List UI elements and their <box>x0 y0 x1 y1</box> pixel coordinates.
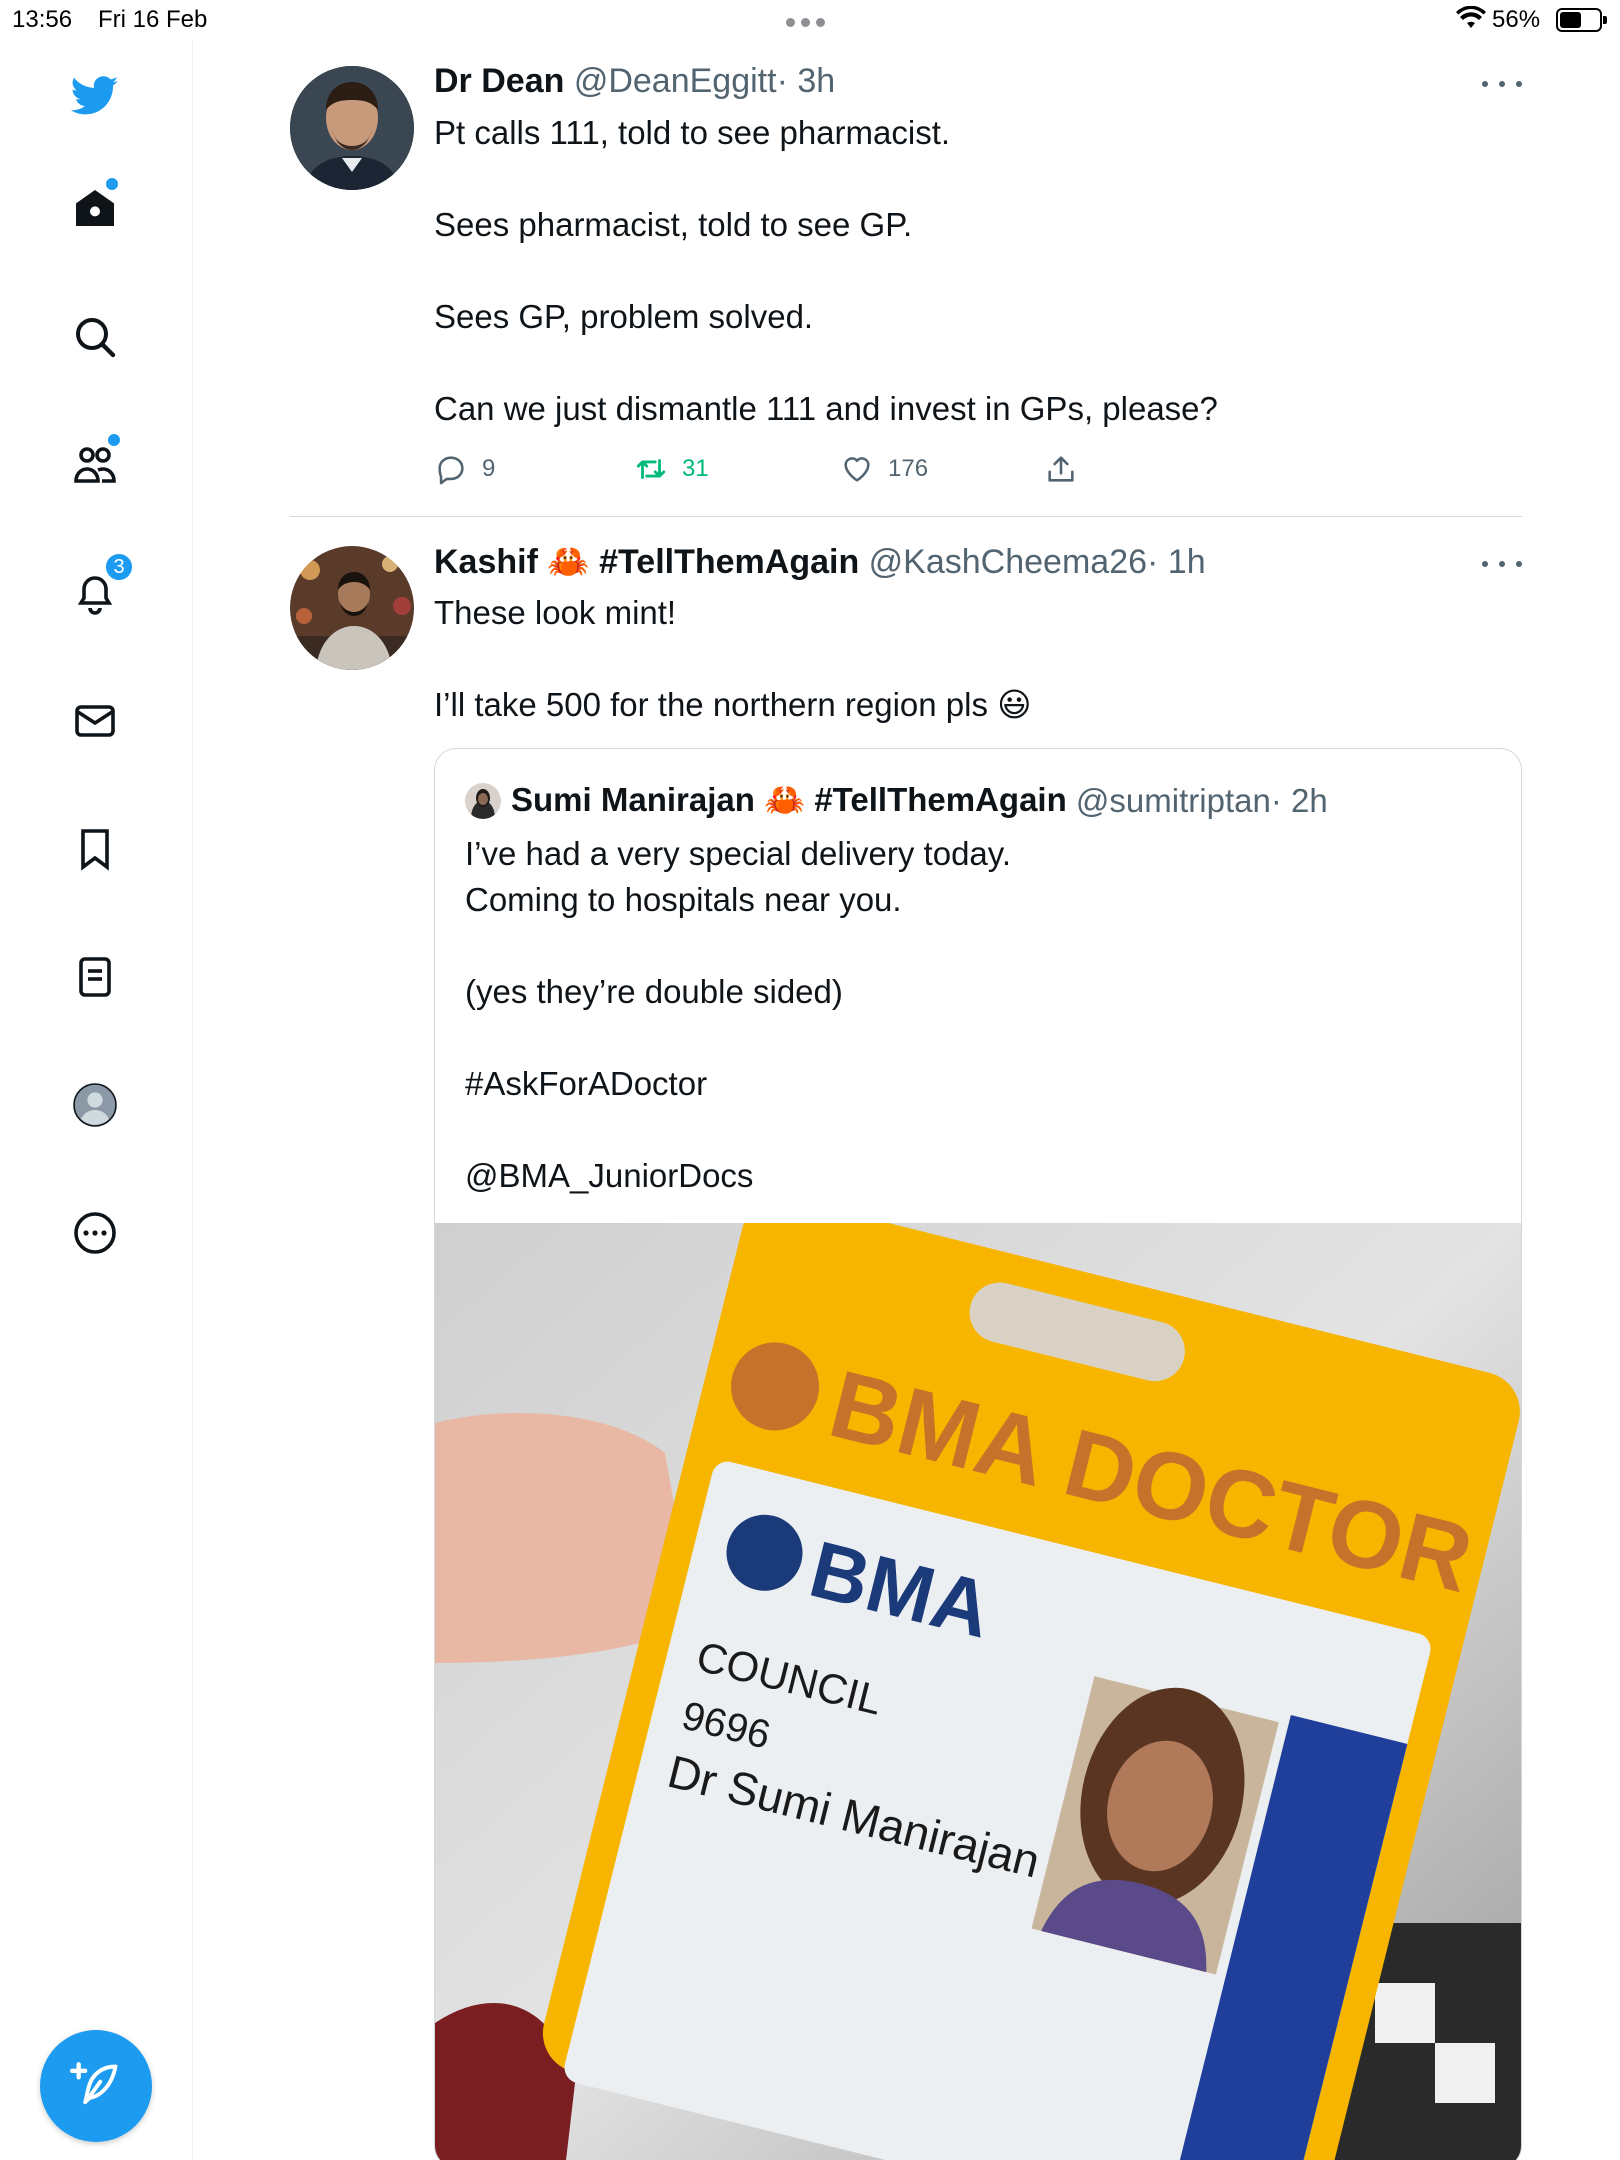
quoted-author-name[interactable]: Sumi Manirajan 🦀 #TellThemAgain <box>511 781 1067 820</box>
home-icon[interactable] <box>60 174 130 244</box>
reply-button[interactable]: 9 <box>434 446 495 492</box>
home-unread-dot <box>106 178 118 190</box>
quoted-tweet-header: Sumi Manirajan 🦀 #TellThemAgain @sumitri… <box>465 781 1328 820</box>
tweet-header: Kashif 🦀 #TellThemAgain @KashCheema26· 1… <box>434 542 1206 582</box>
bma-doctor-badge-photo: BMA DOCTOR BMA COUNCIL 9696 Dr Sumi Mani… <box>435 1223 1521 2160</box>
communities-unread-dot <box>108 434 120 446</box>
tweet[interactable]: Dr Dean @DeanEggitt· 3h Pt calls 111, to… <box>290 62 1522 516</box>
more-options-icon[interactable] <box>1482 74 1522 94</box>
tweet-time[interactable]: · 3h <box>777 62 836 100</box>
more-circle-icon[interactable] <box>60 1198 130 1268</box>
tweet-divider <box>290 516 1522 517</box>
bookmark-icon[interactable] <box>60 814 130 884</box>
more-options-icon[interactable] <box>1482 554 1522 574</box>
share-icon <box>1048 456 1074 482</box>
quoted-author-handle[interactable]: @sumitriptan <box>1076 782 1271 820</box>
tweet-text: Pt calls 111, told to see pharmacist. Se… <box>434 114 1218 427</box>
avatar[interactable] <box>465 782 501 819</box>
share-button[interactable] <box>1044 446 1092 492</box>
multitasking-dots-icon[interactable] <box>786 14 834 27</box>
author-name[interactable]: Kashif 🦀 #TellThemAgain <box>434 543 859 581</box>
author-name[interactable]: Dr Dean <box>434 62 564 100</box>
avatar[interactable] <box>290 66 414 190</box>
sidebar-nav: 3 <box>0 40 193 2160</box>
status-bar: 13:56 Fri 16 Feb 56% <box>0 0 1620 40</box>
avatar[interactable] <box>290 546 414 670</box>
battery-icon <box>1556 8 1607 32</box>
status-date: Fri 16 Feb <box>98 6 208 33</box>
profile-avatar-icon[interactable] <box>60 1070 130 1140</box>
mail-icon[interactable] <box>60 686 130 756</box>
feather-plus-icon <box>70 2062 118 2105</box>
list-icon[interactable] <box>60 942 130 1012</box>
retweet-count: 31 <box>682 455 709 482</box>
status-time: 13:56 <box>12 6 73 33</box>
quoted-tweet-photo[interactable]: BMA DOCTOR BMA COUNCIL 9696 Dr Sumi Mani… <box>435 1223 1521 2160</box>
compose-tweet-button[interactable] <box>40 2030 152 2142</box>
wifi-icon <box>1456 6 1486 28</box>
notifications-count-badge: 3 <box>104 552 134 582</box>
tweet-actions: 9 31 176 <box>434 446 1134 492</box>
battery-percent: 56% <box>1492 6 1541 33</box>
tweet-header: Dr Dean @DeanEggitt· 3h <box>434 62 835 101</box>
retweet-icon <box>636 459 666 479</box>
like-count: 176 <box>888 455 929 482</box>
tweet-text: These look mint! I’ll take 500 for the n… <box>434 594 1032 723</box>
heart-icon <box>844 457 870 482</box>
retweet-button[interactable]: 31 <box>634 446 709 492</box>
like-button[interactable]: 176 <box>840 446 928 492</box>
author-handle[interactable]: @DeanEggitt <box>574 62 777 100</box>
author-handle[interactable]: @KashCheema26 <box>869 543 1147 581</box>
tweet-time[interactable]: · 1h <box>1147 543 1206 581</box>
communities-icon[interactable] <box>60 430 130 500</box>
reply-icon <box>438 456 464 485</box>
bell-icon[interactable]: 3 <box>60 552 134 628</box>
quoted-tweet-card[interactable]: Sumi Manirajan 🦀 #TellThemAgain @sumitri… <box>434 748 1522 2160</box>
quoted-tweet-time[interactable]: · 2h <box>1271 782 1328 820</box>
reply-count: 9 <box>482 455 496 482</box>
quoted-tweet-text: I’ve had a very special delivery today. … <box>465 835 1011 1194</box>
search-icon[interactable] <box>60 302 130 372</box>
twitter-logo-bird-icon[interactable] <box>60 60 130 130</box>
